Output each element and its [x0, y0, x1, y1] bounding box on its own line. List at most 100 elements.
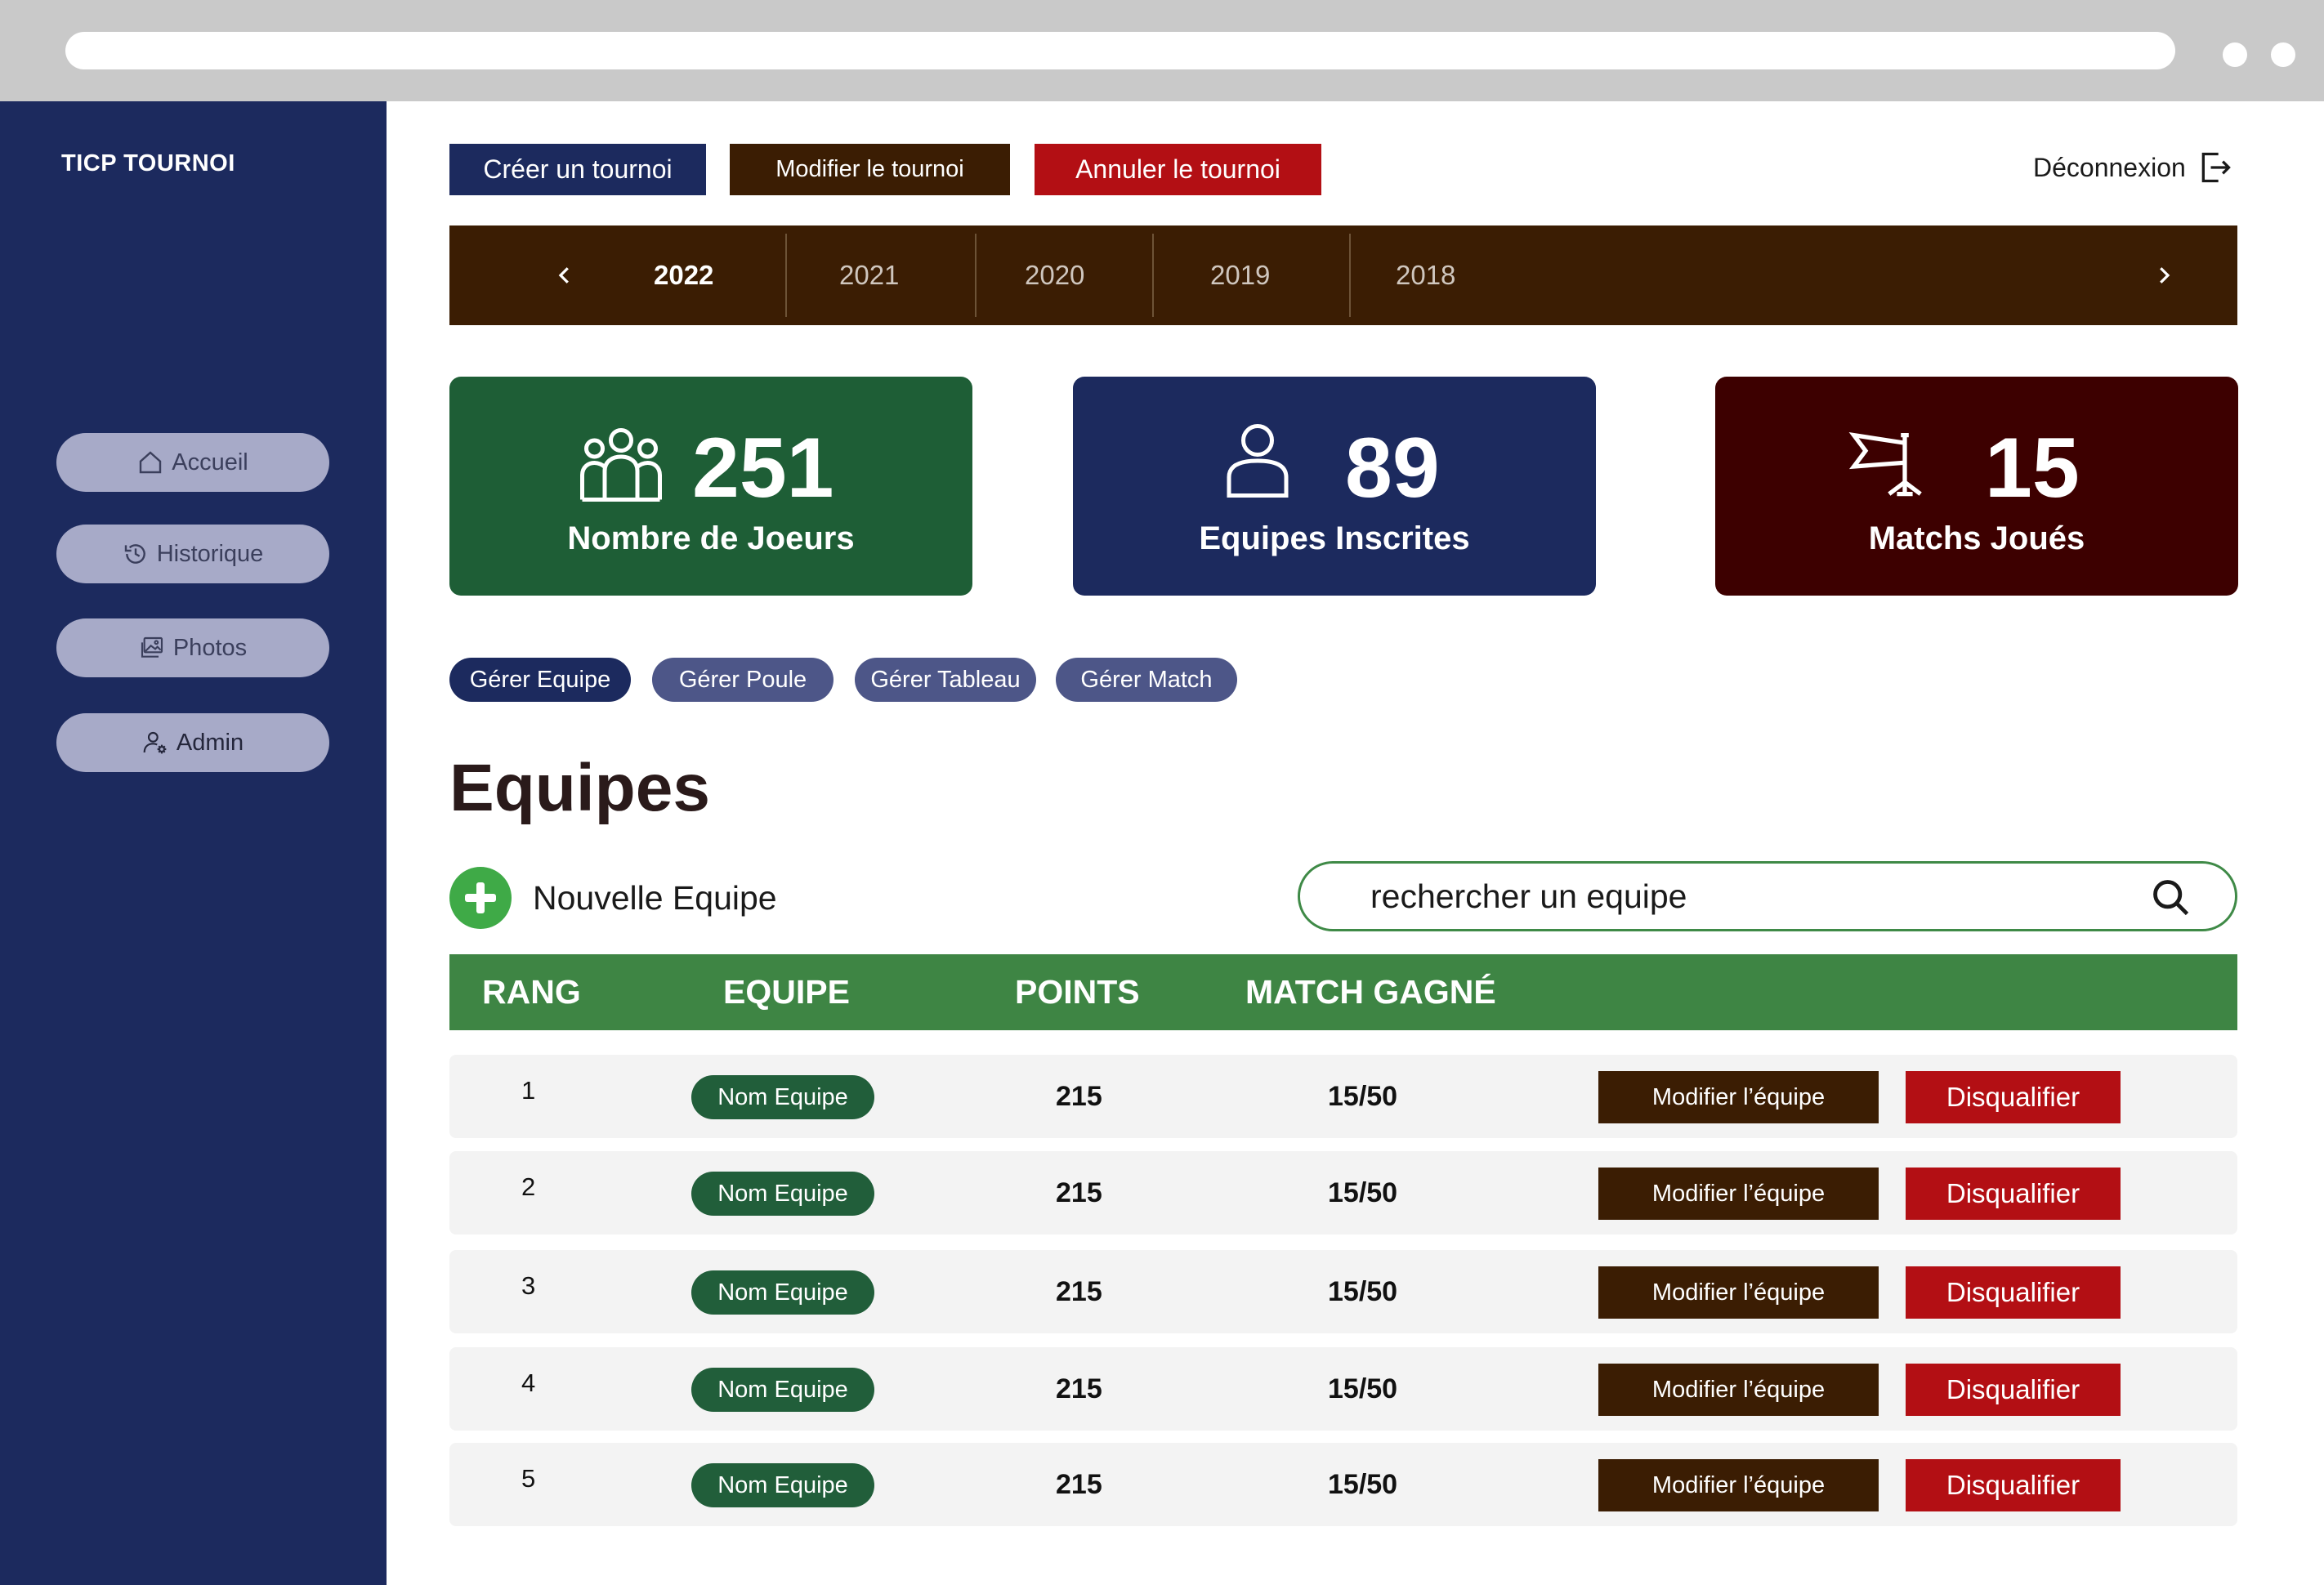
tab-gerer-match[interactable]: Gérer Match: [1056, 658, 1237, 702]
stat-card-players: 251 Nombre de Joeurs: [449, 377, 972, 596]
disqualify-button[interactable]: Disqualifier: [1906, 1266, 2121, 1319]
next-year-button[interactable]: [2143, 255, 2184, 296]
sidebar-item-label: Photos: [172, 634, 248, 661]
table-row: 5 Nom Equipe 215 15/50 Modifier l’équipe…: [449, 1443, 2237, 1526]
wins-cell: 15/50: [1328, 1080, 1398, 1112]
app-brand: TICP TOURNOI: [61, 150, 235, 176]
year-2020[interactable]: 2020: [1025, 225, 1084, 325]
page-title: Equipes: [449, 751, 710, 825]
search-box: [1298, 861, 2237, 931]
stat-card-teams: 89 Equipes Inscrites: [1073, 377, 1596, 596]
sidebar: TICP TOURNOI Accueil Historique Photos A…: [0, 101, 387, 1585]
points-cell: 215: [1056, 1468, 1102, 1500]
year-2019[interactable]: 2019: [1210, 225, 1270, 325]
sidebar-item-admin[interactable]: Admin: [56, 713, 329, 772]
team-name-badge[interactable]: Nom Equipe: [691, 1270, 874, 1315]
wins-cell: 15/50: [1328, 1468, 1398, 1500]
points-cell: 215: [1056, 1275, 1102, 1307]
new-team-button[interactable]: Nouvelle Equipe: [449, 867, 777, 929]
edit-team-button[interactable]: Modifier l’équipe: [1598, 1459, 1879, 1511]
disqualify-button[interactable]: Disqualifier: [1906, 1459, 2121, 1511]
plus-icon: [449, 867, 512, 929]
admin-icon: [143, 731, 167, 754]
year-selector: 2022 2021 2020 2019 2018: [449, 225, 2237, 325]
browser-chrome: [0, 0, 2324, 101]
rank-cell: 2: [521, 1172, 536, 1201]
players-count: 251: [692, 421, 834, 516]
photos-icon: [141, 636, 163, 658]
team-name-badge[interactable]: Nom Equipe: [691, 1172, 874, 1216]
prev-year-button[interactable]: [544, 255, 585, 296]
year-divider: [1349, 234, 1351, 317]
table-row: 1 Nom Equipe 215 15/50 Modifier l’équipe…: [449, 1055, 2237, 1138]
window-dot-icon: [2271, 42, 2295, 67]
cancel-tournament-button[interactable]: Annuler le tournoi: [1035, 144, 1321, 195]
points-cell: 215: [1056, 1176, 1102, 1208]
sidebar-item-accueil[interactable]: Accueil: [56, 433, 329, 492]
disqualify-button[interactable]: Disqualifier: [1906, 1168, 2121, 1220]
year-2018[interactable]: 2018: [1396, 225, 1455, 325]
logout-button[interactable]: Déconnexion: [2033, 147, 2233, 188]
points-cell: 215: [1056, 1080, 1102, 1112]
window-dot-icon: [2223, 42, 2247, 67]
tab-gerer-equipe[interactable]: Gérer Equipe: [449, 658, 631, 702]
team-name-badge[interactable]: Nom Equipe: [691, 1075, 874, 1119]
edit-tournament-button[interactable]: Modifier le tournoi: [730, 144, 1010, 195]
teams-label: Equipes Inscrites: [1199, 520, 1470, 556]
table-row: 2 Nom Equipe 215 15/50 Modifier l’équipe…: [449, 1151, 2237, 1235]
logout-icon: [2201, 152, 2231, 183]
address-bar[interactable]: [65, 32, 2175, 69]
players-group-icon: [580, 428, 662, 502]
column-header-points: POINTS: [1015, 973, 1140, 1011]
edit-team-button[interactable]: Modifier l’équipe: [1598, 1168, 1879, 1220]
sidebar-item-photos[interactable]: Photos: [56, 618, 329, 677]
tab-gerer-poule[interactable]: Gérer Poule: [652, 658, 834, 702]
year-divider: [1152, 234, 1154, 317]
wins-cell: 15/50: [1328, 1275, 1398, 1307]
search-icon[interactable]: [2150, 877, 2192, 919]
edit-team-button[interactable]: Modifier l’équipe: [1598, 1266, 1879, 1319]
table-row: 4 Nom Equipe 215 15/50 Modifier l’équipe…: [449, 1347, 2237, 1431]
search-input[interactable]: [1370, 872, 2106, 921]
sidebar-item-label: Historique: [156, 540, 264, 567]
history-icon: [124, 544, 145, 564]
column-header-equipe: EQUIPE: [723, 973, 850, 1011]
year-divider: [975, 234, 977, 317]
matches-label: Matchs Joués: [1868, 520, 2085, 556]
column-header-match-gagne: MATCH GAGNÉ: [1245, 973, 1496, 1011]
teams-count: 89: [1345, 421, 1440, 516]
players-label: Nombre de Joeurs: [567, 520, 855, 556]
wins-cell: 15/50: [1328, 1176, 1398, 1208]
chevron-right-icon: [2160, 267, 2170, 284]
logout-label: Déconnexion: [2033, 152, 2186, 182]
disqualify-button[interactable]: Disqualifier: [1906, 1071, 2121, 1123]
edit-team-button[interactable]: Modifier l’équipe: [1598, 1364, 1879, 1416]
new-team-label: Nouvelle Equipe: [533, 878, 777, 917]
rank-cell: 3: [521, 1271, 536, 1300]
stat-card-matches: 15 Matchs Joués: [1715, 377, 2238, 596]
edit-team-button[interactable]: Modifier l’équipe: [1598, 1071, 1879, 1123]
wins-cell: 15/50: [1328, 1373, 1398, 1404]
sidebar-item-label: Accueil: [172, 449, 248, 476]
home-icon: [140, 451, 162, 474]
matches-count: 15: [1985, 421, 2080, 516]
disqualify-button[interactable]: Disqualifier: [1906, 1364, 2121, 1416]
rank-cell: 5: [521, 1464, 536, 1493]
chevron-left-icon: [558, 267, 569, 284]
year-2021[interactable]: 2021: [839, 225, 899, 325]
create-tournament-button[interactable]: Créer un tournoi: [449, 144, 706, 195]
user-icon: [1227, 424, 1289, 498]
team-name-badge[interactable]: Nom Equipe: [691, 1463, 874, 1507]
year-2022[interactable]: 2022: [654, 225, 713, 325]
tab-gerer-tableau[interactable]: Gérer Tableau: [855, 658, 1036, 702]
flag-icon: [1848, 432, 1922, 497]
table-header: RANG EQUIPE POINTS MATCH GAGNÉ: [449, 954, 2237, 1030]
column-header-rang: RANG: [482, 973, 581, 1011]
sidebar-item-historique[interactable]: Historique: [56, 525, 329, 583]
rank-cell: 1: [521, 1076, 536, 1105]
team-name-badge[interactable]: Nom Equipe: [691, 1368, 874, 1412]
sidebar-item-label: Admin: [176, 729, 244, 756]
rank-cell: 4: [521, 1368, 536, 1397]
year-divider: [785, 234, 787, 317]
table-row: 3 Nom Equipe 215 15/50 Modifier l’équipe…: [449, 1250, 2237, 1333]
